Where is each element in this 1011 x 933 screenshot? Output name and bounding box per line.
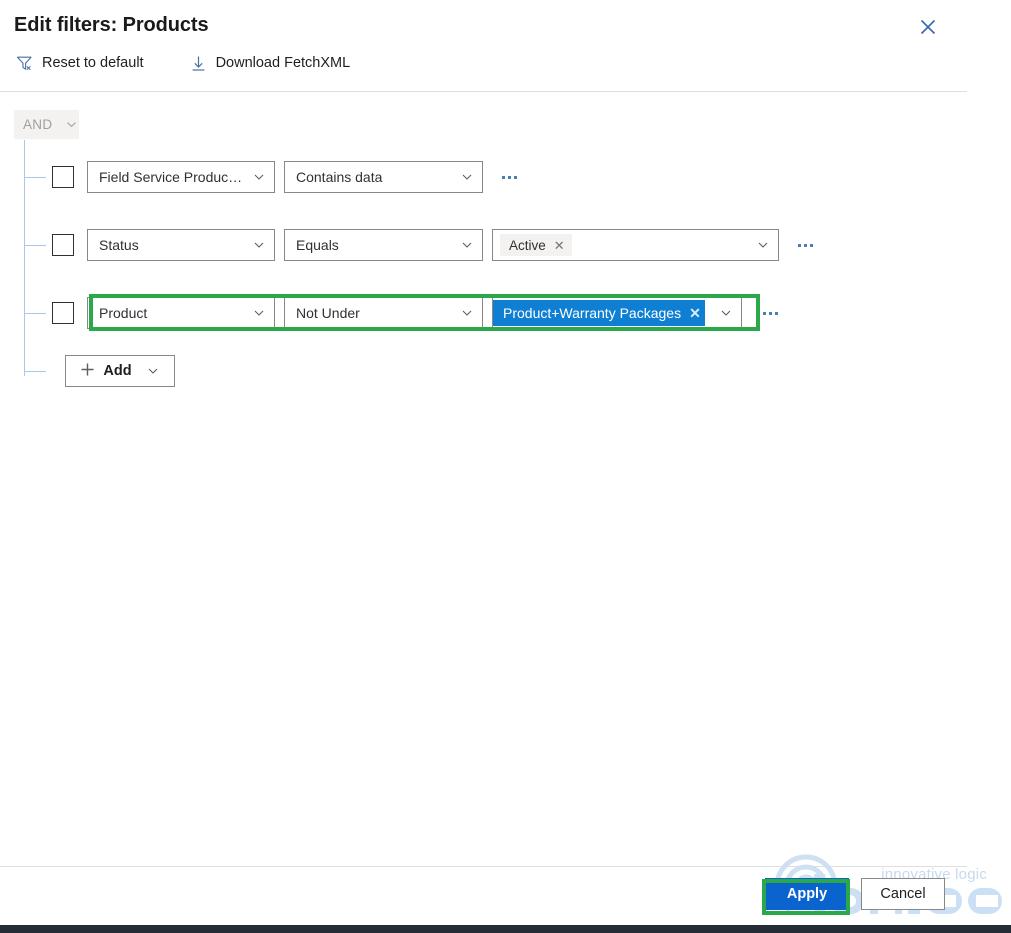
filter-field-dropdown[interactable]: Field Service Product Ty... [87,161,275,193]
chevron-down-icon [719,306,733,320]
filter-field-dropdown[interactable]: Status [87,229,275,261]
tree-branch-line [24,371,46,372]
remove-tag-icon[interactable]: ✕ [689,306,701,320]
filter-field-value: Field Service Product Ty... [99,169,246,185]
chevron-down-icon [756,238,770,252]
row-checkbox[interactable] [52,234,74,256]
header-divider [0,91,967,92]
filter-operator-value: Contains data [296,169,383,185]
reset-to-default-label: Reset to default [42,55,144,71]
filter-field-value: Product [99,305,148,321]
command-bar: Reset to default Download FetchXML [10,48,356,78]
close-icon[interactable] [911,11,945,43]
tree-branch-line [24,177,46,178]
value-tag-label: Product+Warranty Packages [503,305,682,321]
download-fetchxml-button[interactable]: Download FetchXML [184,48,357,78]
download-arrow-icon [190,55,207,72]
value-tag: Active ✕ [500,234,572,256]
table-row: Field Service Product Ty... Contains dat… [52,160,523,194]
cancel-button[interactable]: Cancel [861,878,945,910]
tree-branch-line [24,313,46,314]
more-options-icon[interactable] [756,300,784,326]
chevron-down-icon [460,170,474,184]
group-operator-dropdown[interactable]: AND [14,110,79,139]
filter-clear-icon [16,55,33,72]
reset-to-default-button[interactable]: Reset to default [10,48,150,78]
filter-operator-value: Not Under [296,305,360,321]
more-options-icon[interactable] [495,164,523,190]
chevron-down-icon [64,118,78,132]
more-options-icon[interactable] [791,232,819,258]
table-row: Status Equals Active ✕ [52,228,819,262]
filter-operator-value: Equals [296,237,339,253]
group-operator-label: AND [23,117,53,132]
add-filter-button[interactable]: Add [65,355,175,387]
table-row: Product Not Under Product+Warranty Packa… [52,296,784,330]
chevron-down-icon [460,306,474,320]
filter-field-value: Status [99,237,139,253]
chevron-down-icon [252,238,266,252]
filter-value-dropdown[interactable]: Active ✕ [492,229,779,261]
footer-actions: Apply Cancel [0,867,967,921]
tree-branch-line [24,245,46,246]
plus-icon [80,362,95,380]
tree-vertical-line [24,140,25,376]
filter-field-dropdown[interactable]: Product [87,297,275,329]
filter-operator-dropdown[interactable]: Not Under [284,297,483,329]
bottom-strip [0,925,1011,933]
chevron-down-icon [252,306,266,320]
filter-operator-dropdown[interactable]: Equals [284,229,483,261]
value-tag: Product+Warranty Packages ✕ [493,300,705,326]
filter-value-dropdown[interactable]: Product+Warranty Packages ✕ [492,297,742,329]
remove-tag-icon[interactable]: ✕ [554,239,565,252]
add-filter-label: Add [103,363,132,379]
chevron-down-icon [252,170,266,184]
download-fetchxml-label: Download FetchXML [215,55,351,71]
chevron-down-icon [460,238,474,252]
page-title: Edit filters: Products [14,14,209,36]
apply-button[interactable]: Apply [765,878,849,910]
row-checkbox[interactable] [52,302,74,324]
filter-operator-dropdown[interactable]: Contains data [284,161,483,193]
value-tag-label: Active [509,237,546,253]
chevron-down-icon [146,364,160,378]
edit-filters-panel: Edit filters: Products Reset to default [0,0,1002,921]
row-checkbox[interactable] [52,166,74,188]
